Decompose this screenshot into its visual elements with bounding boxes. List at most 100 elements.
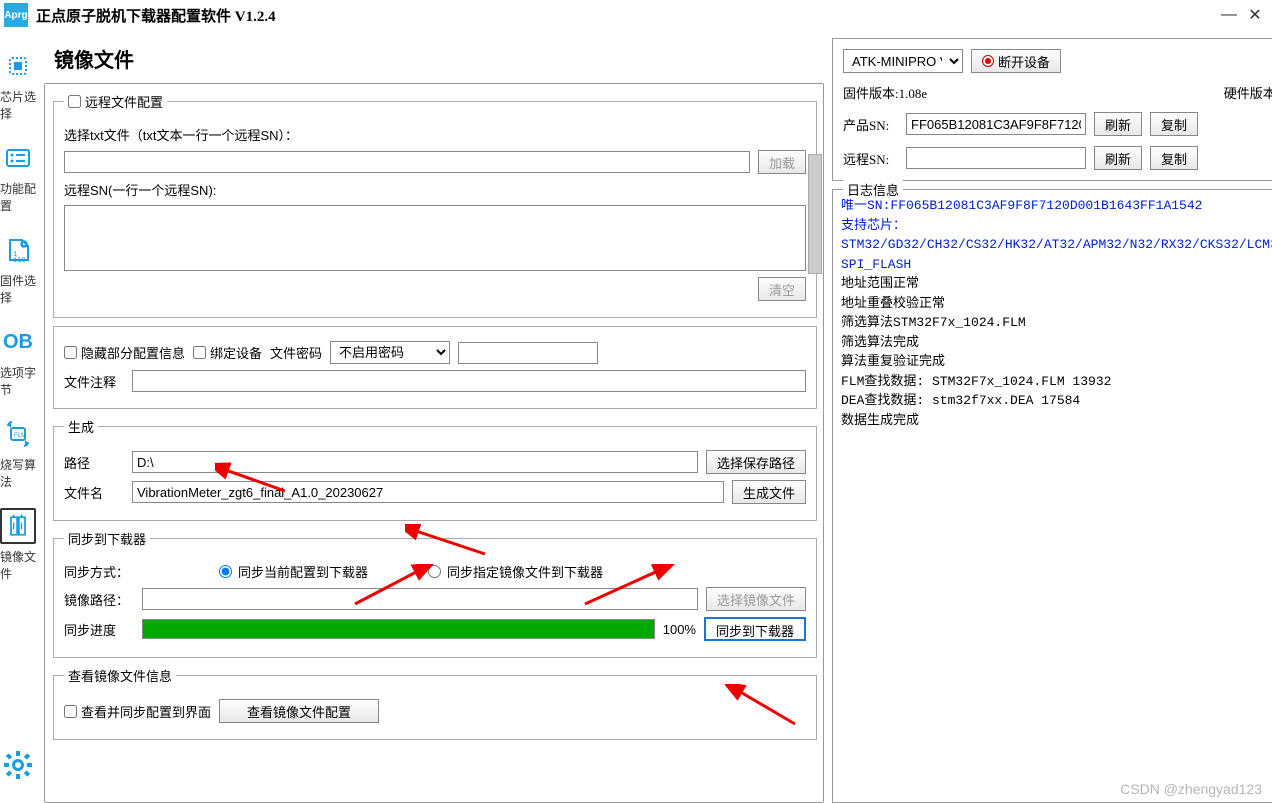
log-line: 筛选算法完成 — [841, 333, 1272, 353]
path-input[interactable] — [132, 451, 698, 473]
minimize-button[interactable]: — — [1216, 4, 1242, 26]
config-icon — [0, 140, 36, 176]
sync-mode1-label: 同步当前配置到下载器 — [238, 562, 368, 581]
fw-ver-label: 固件版本:1.08e — [843, 83, 927, 102]
options-group: 隐藏部分配置信息 绑定设备 文件密码 不启用密码 文件注释 — [53, 326, 817, 409]
firmware-icon: 1110 — [0, 232, 36, 268]
sync-mode2-label: 同步指定镜像文件到下载器 — [447, 562, 603, 581]
choose-path-button[interactable]: 选择保存路径 — [706, 450, 806, 474]
progress-bar — [142, 619, 655, 639]
sync-mode-current-radio[interactable] — [219, 565, 232, 578]
txt-file-label: 选择txt文件（txt文本一行一个远程SN）： — [64, 125, 324, 144]
generate-group: 生成 路径 选择保存路径 文件名 生成文件 — [53, 417, 817, 521]
filename-label: 文件名 — [64, 483, 124, 502]
sidebar-label: 功能配置 — [0, 180, 36, 214]
view-chk-label: 查看并同步配置到界面 — [81, 702, 211, 721]
log-line: 唯一SN:FF065B12081C3AF9F8F7120D001B1643FF1… — [841, 196, 1272, 216]
scrollbar-thumb[interactable] — [808, 154, 822, 274]
remote-enable-checkbox[interactable] — [68, 95, 81, 108]
sidebar-settings[interactable] — [0, 747, 36, 783]
hw-ver-label: 硬件版本:2 — [1224, 83, 1272, 102]
bind-label: 绑定设备 — [210, 343, 262, 362]
filename-input[interactable] — [132, 481, 724, 503]
sidebar-item-config[interactable]: 功能配置 — [0, 140, 36, 214]
sync-group: 同步到下载器 同步方式： 同步当前配置到下载器 同步指定镜像文件到下载器 镜像路… — [53, 529, 817, 658]
sidebar: 芯片选择 功能配置 1110 固件选择 OB 选项字节 FLM 烧写算法 — [0, 30, 36, 803]
log-content: 唯一SN:FF065B12081C3AF9F8F7120D001B1643FF1… — [841, 196, 1272, 430]
sidebar-label: 烧写算法 — [0, 456, 36, 490]
sn-label: 产品SN: — [843, 115, 898, 134]
pwd-label: 文件密码 — [270, 343, 322, 362]
watermark: CSDN @zhengyad123 — [1120, 781, 1262, 797]
password-input[interactable] — [458, 342, 598, 364]
remote-sn-label: 远程SN(一行一个远程SN): — [64, 180, 216, 199]
comment-input[interactable] — [132, 370, 806, 392]
config-scroll-area: 远程文件配置 选择txt文件（txt文本一行一个远程SN）： 加载 远程SN(一… — [44, 83, 824, 803]
log-line: 筛选算法STM32F7x_1024.FLM — [841, 313, 1272, 333]
log-line: FLM查找数据: STM32F7x_1024.FLM 13932 — [841, 372, 1272, 392]
log-line: 地址范围正常 — [841, 274, 1272, 294]
sidebar-item-image[interactable]: 镜像文件 — [0, 508, 36, 582]
rsn-refresh-button[interactable]: 刷新 — [1094, 146, 1142, 170]
ob-icon: OB — [0, 324, 36, 360]
log-line: 支持芯片： — [841, 216, 1272, 236]
sidebar-label: 选项字节 — [0, 364, 36, 398]
hide-label: 隐藏部分配置信息 — [81, 343, 185, 362]
log-line: 数据生成完成 — [841, 411, 1272, 431]
app-logo: Aprg — [4, 3, 28, 27]
image-path-input[interactable] — [142, 588, 698, 610]
sidebar-item-ob[interactable]: OB 选项字节 — [0, 324, 36, 398]
sidebar-item-firmware[interactable]: 1110 固件选择 — [0, 232, 36, 306]
device-select[interactable]: ATK-MINIPRO V2 — [843, 49, 963, 73]
sidebar-label: 固件选择 — [0, 272, 36, 306]
sn-copy-button[interactable]: 复制 — [1150, 112, 1198, 136]
gear-icon — [0, 747, 36, 783]
log-legend: 日志信息 — [843, 180, 903, 199]
password-select[interactable]: 不启用密码 — [330, 341, 450, 364]
log-line: DEA查找数据: stm32f7xx.DEA 17584 — [841, 391, 1272, 411]
choose-image-button[interactable]: 选择镜像文件 — [706, 587, 806, 611]
rsn-copy-button[interactable]: 复制 — [1150, 146, 1198, 170]
gen-legend: 生成 — [64, 417, 98, 436]
window-title: 正点原子脱机下载器配置软件 V1.2.4 — [36, 5, 276, 26]
svg-text:110: 110 — [13, 257, 26, 265]
sync-button[interactable]: 同步到下载器 — [704, 617, 806, 641]
device-panel: ATK-MINIPRO V2 断开设备 固件升级 固件版本:1.08e 硬件版本… — [832, 38, 1272, 181]
rsn-label: 远程SN: — [843, 149, 898, 168]
load-button[interactable]: 加载 — [758, 150, 806, 174]
bind-device-checkbox[interactable] — [193, 346, 206, 359]
view-sync-checkbox[interactable] — [64, 705, 77, 718]
chip-icon — [0, 48, 36, 84]
sidebar-label: 芯片选择 — [0, 88, 36, 122]
view-legend: 查看镜像文件信息 — [64, 666, 176, 685]
img-path-label: 镜像路径： — [64, 590, 134, 609]
log-panel: 日志信息 唯一SN:FF065B12081C3AF9F8F7120D001B16… — [832, 189, 1272, 803]
path-label: 路径 — [64, 453, 124, 472]
sidebar-item-chip[interactable]: 芯片选择 — [0, 48, 36, 122]
sync-mode-file-radio[interactable] — [428, 565, 441, 578]
title-bar: Aprg 正点原子脱机下载器配置软件 V1.2.4 — ✕ — [0, 0, 1272, 30]
record-icon — [982, 55, 994, 67]
progress-percent: 100% — [663, 622, 696, 637]
sidebar-item-algo[interactable]: FLM 烧写算法 — [0, 416, 36, 490]
txt-file-input[interactable] — [64, 151, 750, 173]
generate-button[interactable]: 生成文件 — [732, 480, 806, 504]
view-config-button[interactable]: 查看镜像文件配置 — [219, 699, 379, 723]
close-button[interactable]: ✕ — [1242, 4, 1268, 26]
hide-config-checkbox[interactable] — [64, 346, 77, 359]
clear-button[interactable]: 清空 — [758, 277, 806, 301]
disconnect-button[interactable]: 断开设备 — [971, 49, 1061, 73]
remote-group: 远程文件配置 选择txt文件（txt文本一行一个远程SN）： 加载 远程SN(一… — [53, 92, 817, 318]
sn-refresh-button[interactable]: 刷新 — [1094, 112, 1142, 136]
svg-text:FLM: FLM — [14, 433, 26, 439]
log-line: STM32/GD32/CH32/CS32/HK32/AT32/APM32/N32… — [841, 235, 1272, 274]
view-group: 查看镜像文件信息 查看并同步配置到界面 查看镜像文件配置 — [53, 666, 817, 740]
remote-sn-input[interactable] — [906, 147, 1086, 169]
remote-sn-textarea[interactable] — [64, 205, 806, 271]
page-title: 镜像文件 — [44, 38, 824, 83]
progress-label: 同步进度 — [64, 620, 134, 639]
sync-legend: 同步到下载器 — [64, 529, 150, 548]
comment-label: 文件注释 — [64, 372, 124, 391]
product-sn-input[interactable] — [906, 113, 1086, 135]
remote-legend: 远程文件配置 — [85, 92, 163, 111]
